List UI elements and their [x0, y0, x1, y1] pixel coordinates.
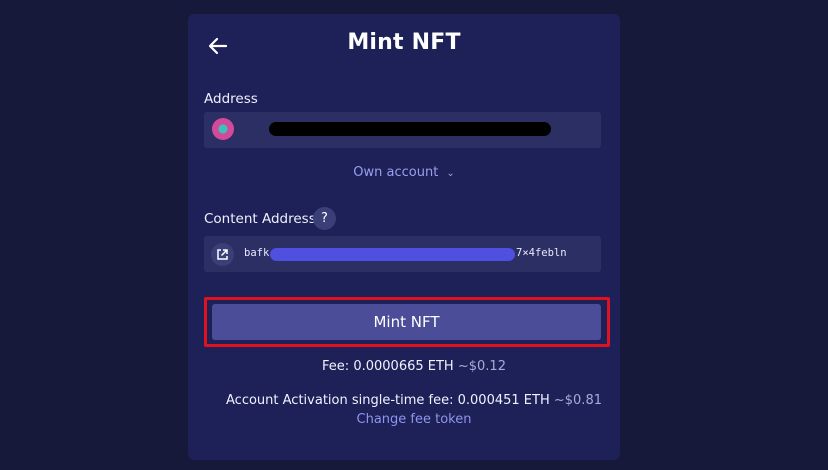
activation-fee-usd: ~$0.81: [553, 393, 602, 408]
account-selector[interactable]: Own account ⌄: [188, 165, 620, 180]
address-label: Address: [204, 91, 258, 107]
activation-fee-token: ETH: [523, 393, 550, 408]
help-icon[interactable]: ?: [313, 207, 336, 230]
fee-line: Fee: 0.0000665 ETH ~$0.12: [0, 359, 828, 374]
content-address-field[interactable]: bafk 7×4febln: [204, 236, 601, 272]
redacted-address: [269, 122, 551, 136]
chevron-down-icon: ⌄: [446, 168, 455, 179]
fee-amount: 0.0000665: [353, 359, 424, 374]
redacted-cid: [270, 248, 515, 261]
content-address-label: Content Address: [204, 211, 316, 227]
fee-token: ETH: [427, 359, 454, 374]
fee-usd: ~$0.12: [457, 359, 506, 374]
activation-fee-line: Account Activation single-time fee: 0.00…: [0, 393, 828, 408]
change-fee-token-link[interactable]: Change fee token: [0, 412, 828, 427]
address-field[interactable]: [204, 112, 601, 148]
external-link-button[interactable]: [211, 243, 234, 266]
page-title: Mint NFT: [347, 30, 461, 55]
activation-fee-label: Account Activation single-time fee:: [226, 393, 454, 408]
account-selector-label: Own account: [353, 165, 439, 180]
account-avatar: [212, 118, 234, 140]
activation-fee-amount: 0.000451: [457, 393, 520, 408]
external-link-icon: [217, 249, 228, 260]
cid-suffix: 7×4febln: [516, 247, 567, 259]
cid-prefix: bafk: [244, 247, 270, 259]
fee-label: Fee:: [322, 359, 350, 374]
mint-nft-button[interactable]: Mint NFT: [212, 304, 601, 340]
